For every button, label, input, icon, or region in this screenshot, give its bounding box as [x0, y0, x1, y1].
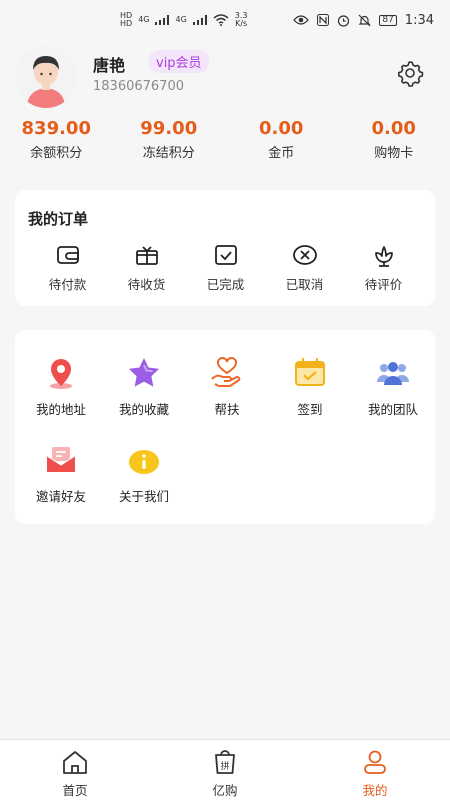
- eye-icon: [293, 15, 310, 25]
- envelope-icon: [46, 447, 76, 472]
- services-card: 我的地址 我的收藏 帮扶 签到 我的团队 邀请好友 关于我们: [15, 330, 435, 524]
- points-summary: 839.00 余额积分 99.00 冻结积分 0.00 金币 0.00 购物卡: [0, 115, 450, 170]
- profile-icon: [364, 750, 386, 774]
- stat-label: 金币: [268, 146, 295, 161]
- check-box-icon: [214, 245, 237, 265]
- home-icon: [63, 751, 87, 774]
- tab-mine[interactable]: 我的: [300, 740, 450, 800]
- stat-value: 839.00: [21, 118, 91, 139]
- service-label: 邀请好友: [35, 489, 86, 504]
- services-row: 邀请好友 关于我们: [15, 442, 435, 505]
- vip-badge: vip会员: [149, 50, 209, 73]
- service-label: 关于我们: [118, 489, 169, 504]
- shopping-bag-icon: 拼: [215, 750, 235, 774]
- service-about-us[interactable]: 关于我们: [103, 442, 185, 505]
- gift-box-icon: [135, 246, 158, 265]
- order-completed[interactable]: 已完成: [186, 242, 265, 293]
- service-my-team[interactable]: 我的团队: [352, 355, 434, 418]
- order-pending-payment[interactable]: 待付款: [28, 242, 107, 293]
- service-label: 我的收藏: [118, 402, 169, 417]
- order-label: 待收货: [127, 277, 166, 292]
- bag-glyph: 拼: [220, 760, 229, 772]
- calendar-check-icon: [295, 357, 325, 386]
- tab-label: 我的: [362, 783, 388, 798]
- stat-value: 0.00: [371, 118, 416, 139]
- tab-label: 首页: [62, 783, 88, 798]
- service-my-favorites[interactable]: 我的收藏: [103, 355, 185, 418]
- mute-bell-icon: [358, 14, 371, 26]
- clock: 1:34: [404, 12, 434, 28]
- gear-icon[interactable]: [396, 59, 424, 87]
- services-row: 我的地址 我的收藏 帮扶 签到 我的团队: [15, 355, 435, 418]
- signal-icon: [155, 15, 170, 25]
- order-pending-receipt[interactable]: 待收货: [107, 242, 186, 293]
- network-type-2: 4G: [175, 15, 187, 24]
- orders-row: 待付款 待收货 已完成 已取消 待评价: [15, 242, 435, 293]
- service-label: 我的地址: [35, 402, 86, 417]
- flower-icon: [374, 246, 393, 267]
- order-label: 已取消: [285, 277, 324, 292]
- profile-header: 唐艳 vip会员 18360676700: [0, 40, 450, 110]
- order-label: 待评价: [364, 277, 403, 292]
- info-icon: [129, 450, 159, 474]
- stat-value: 99.00: [140, 118, 198, 139]
- tab-home[interactable]: 首页: [0, 740, 150, 800]
- star-icon: [129, 358, 159, 387]
- nfc-icon: [317, 14, 330, 26]
- avatar[interactable]: [15, 46, 77, 108]
- stat-label: 余额积分: [30, 146, 83, 161]
- user-phone: 18360676700: [93, 79, 184, 94]
- wifi-icon: [213, 14, 229, 26]
- team-icon: [377, 362, 409, 385]
- service-check-in[interactable]: 签到: [269, 355, 351, 418]
- status-bar: HD HD 4G 4G 3.3 K/s 87 1:34: [0, 0, 450, 40]
- order-label: 已完成: [206, 277, 245, 292]
- cancel-icon: [292, 245, 317, 265]
- stat-value: 0.00: [259, 118, 304, 139]
- order-to-review[interactable]: 待评价: [344, 242, 423, 293]
- tab-yigou[interactable]: 拼 亿购: [150, 740, 300, 800]
- user-avatar-icon: [15, 46, 77, 108]
- service-invite-friends[interactable]: 邀请好友: [20, 442, 102, 505]
- service-label: 我的团队: [367, 402, 418, 417]
- stat-label: 冻结积分: [142, 146, 195, 161]
- wallet-icon: [56, 246, 79, 264]
- bottom-tab-bar: 首页 拼 亿购 我的: [0, 739, 450, 800]
- network-type-1: 4G: [138, 15, 150, 24]
- service-label: 帮扶: [214, 402, 240, 417]
- service-support[interactable]: 帮扶: [186, 355, 268, 418]
- battery-indicator: 87: [379, 14, 397, 26]
- network-speed: 3.3 K/s: [234, 11, 248, 28]
- service-my-address[interactable]: 我的地址: [20, 355, 102, 418]
- order-label: 待付款: [48, 277, 87, 292]
- stat-label: 购物卡: [374, 146, 414, 161]
- stat-balance-points[interactable]: 839.00 余额积分: [0, 115, 113, 170]
- stat-frozen-points[interactable]: 99.00 冻结积分: [113, 115, 226, 170]
- orders-card: 我的订单 待付款 待收货 已完成 已取消 待评价: [15, 190, 435, 306]
- orders-title: 我的订单: [28, 210, 89, 228]
- user-name: 唐艳: [93, 56, 126, 75]
- stat-gold-coins[interactable]: 0.00 金币: [225, 115, 338, 170]
- heart-hand-icon: [211, 356, 241, 387]
- hd-indicator: HD HD: [120, 11, 133, 28]
- signal-icon-2: [192, 15, 207, 25]
- stat-shopping-card[interactable]: 0.00 购物卡: [338, 115, 450, 170]
- tab-label: 亿购: [212, 783, 238, 798]
- alarm-icon: [338, 14, 350, 27]
- order-cancelled[interactable]: 已取消: [265, 242, 344, 293]
- location-pin-icon: [50, 359, 72, 389]
- service-label: 签到: [297, 402, 323, 417]
